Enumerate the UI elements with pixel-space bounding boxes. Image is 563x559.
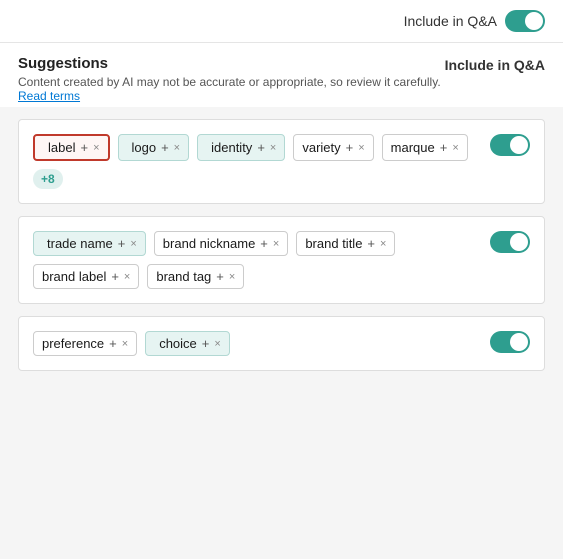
card-1-toggle[interactable] (490, 134, 530, 161)
tag-choice[interactable]: choice + × (145, 331, 230, 356)
topbar-toggle-label: Include in Q&A (404, 13, 497, 29)
more-badge-8[interactable]: +8 (33, 169, 63, 189)
tag-brand-title-plus[interactable]: + (367, 236, 375, 251)
tag-identity-close[interactable]: × (270, 142, 276, 154)
tag-brand-nickname-text: brand nickname (163, 236, 256, 251)
tag-brand-tag-plus[interactable]: + (216, 269, 224, 284)
card-2-toggle[interactable] (490, 231, 530, 258)
tag-trade-name[interactable]: trade name + × (33, 231, 146, 256)
tag-brand-nickname-plus[interactable]: + (260, 236, 268, 251)
tag-choice-close[interactable]: × (214, 338, 220, 350)
tag-preference-close[interactable]: × (122, 338, 128, 350)
tag-brand-tag-close[interactable]: × (229, 271, 235, 283)
tag-variety[interactable]: variety + × (293, 134, 373, 161)
tag-logo-plus[interactable]: + (161, 140, 169, 155)
column-header: Include in Q&A (445, 57, 545, 73)
suggestions-header: Suggestions Content created by AI may no… (0, 43, 563, 107)
tag-label-text: label (48, 140, 75, 155)
tag-brand-label-text: brand label (42, 269, 106, 284)
card-3: preference + × choice + × (18, 316, 545, 371)
tag-marque[interactable]: marque + × (382, 134, 468, 161)
topbar-toggle[interactable] (505, 10, 545, 32)
tag-identity-text: identity (211, 140, 252, 155)
top-bar: Include in Q&A (0, 0, 563, 43)
card-2-tags: trade name + × brand nickname + × brand … (33, 231, 530, 289)
tag-brand-label-close[interactable]: × (124, 271, 130, 283)
suggestions-heading: Suggestions (18, 55, 445, 72)
tag-brand-title-text: brand title (305, 236, 362, 251)
card-3-tags: preference + × choice + × (33, 331, 530, 356)
tag-variety-text: variety (302, 140, 340, 155)
tag-trade-name-close[interactable]: × (130, 238, 136, 250)
tag-identity[interactable]: identity + × (197, 134, 285, 161)
tag-brand-title-close[interactable]: × (380, 238, 386, 250)
tag-brand-label[interactable]: brand label + × (33, 264, 139, 289)
tag-brand-label-plus[interactable]: + (111, 269, 119, 284)
tag-preference-plus[interactable]: + (109, 336, 117, 351)
tag-marque-text: marque (391, 140, 435, 155)
tag-brand-nickname[interactable]: brand nickname + × (154, 231, 289, 256)
card-3-toggle[interactable] (490, 331, 530, 358)
tag-marque-close[interactable]: × (452, 142, 458, 154)
tag-label-close[interactable]: × (93, 142, 99, 154)
tag-label[interactable]: label + × (33, 134, 110, 161)
tag-brand-tag[interactable]: brand tag + × (147, 264, 244, 289)
tag-preference-text: preference (42, 336, 104, 351)
suggestions-description: Content created by AI may not be accurat… (18, 75, 445, 103)
tag-logo-text: logo (132, 140, 157, 155)
main-content: label + × logo + × (0, 107, 563, 395)
read-terms-link[interactable]: Read terms (18, 89, 80, 103)
tag-logo[interactable]: logo + × (118, 134, 190, 161)
tag-brand-tag-text: brand tag (156, 269, 211, 284)
tag-identity-plus[interactable]: + (257, 140, 265, 155)
card-1-tags: label + × logo + × (33, 134, 530, 189)
card-2: trade name + × brand nickname + × brand … (18, 216, 545, 304)
tag-label-plus[interactable]: + (80, 140, 88, 155)
tag-variety-plus[interactable]: + (346, 140, 354, 155)
tag-logo-close[interactable]: × (174, 142, 180, 154)
tag-choice-text: choice (159, 336, 197, 351)
tag-brand-title[interactable]: brand title + × (296, 231, 395, 256)
tag-variety-close[interactable]: × (358, 142, 364, 154)
tag-trade-name-text: trade name (47, 236, 113, 251)
tag-marque-plus[interactable]: + (440, 140, 448, 155)
tag-choice-plus[interactable]: + (202, 336, 210, 351)
tag-trade-name-plus[interactable]: + (118, 236, 126, 251)
tag-preference[interactable]: preference + × (33, 331, 137, 356)
suggestions-info: Suggestions Content created by AI may no… (18, 55, 445, 103)
tag-brand-nickname-close[interactable]: × (273, 238, 279, 250)
card-1: label + × logo + × (18, 119, 545, 204)
